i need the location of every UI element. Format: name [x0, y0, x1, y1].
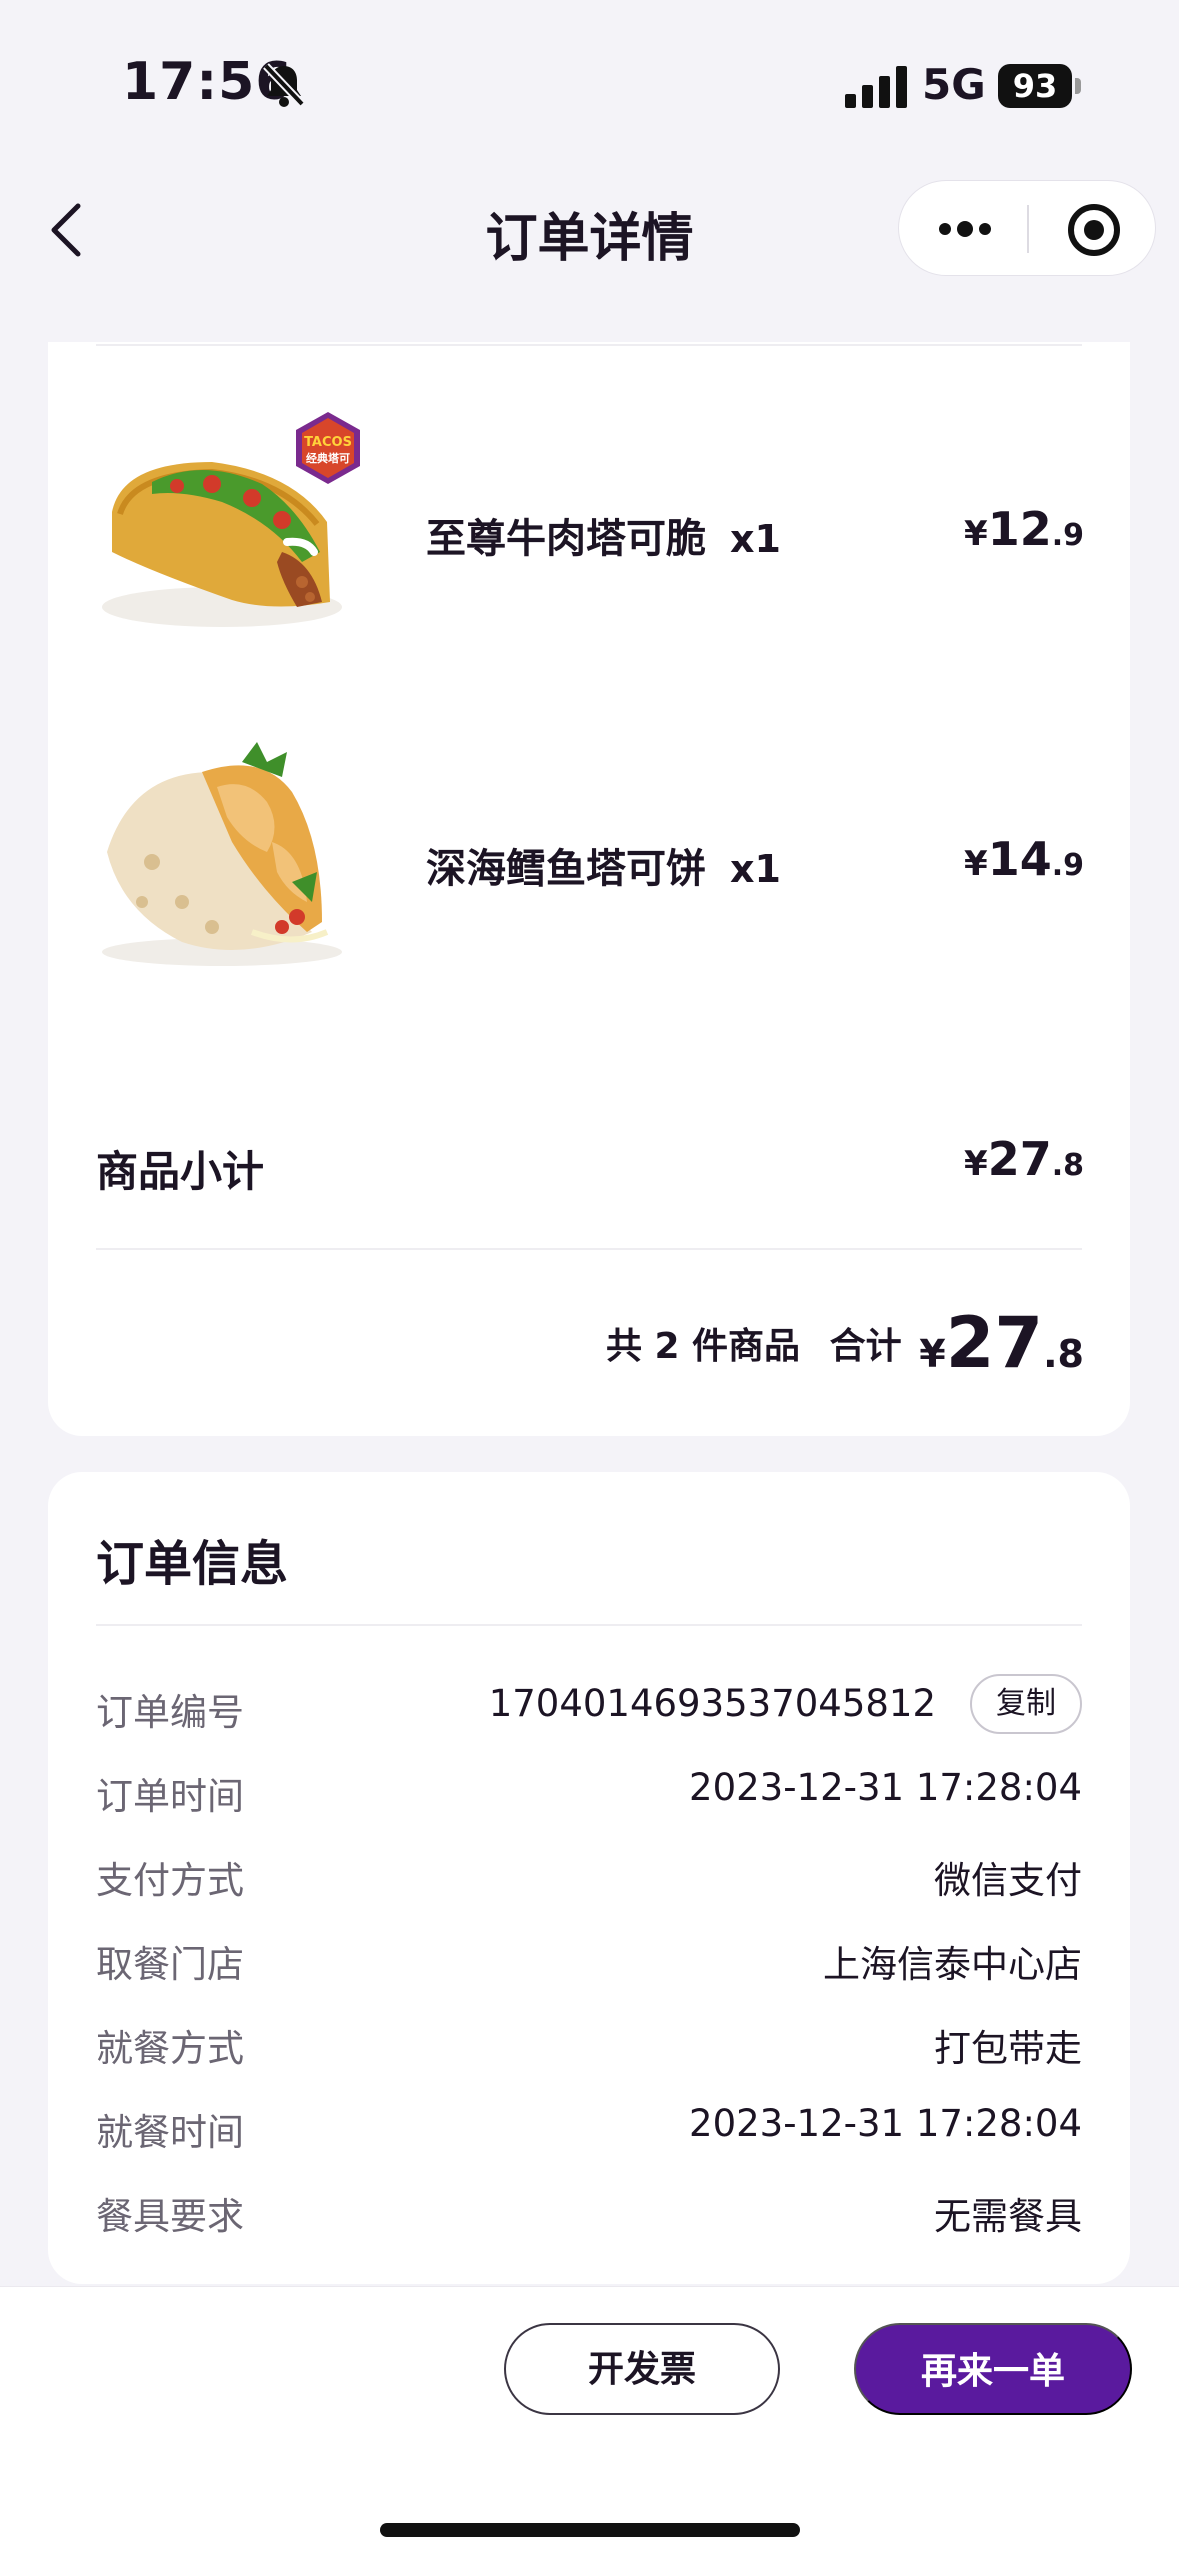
info-label: 取餐门店 — [96, 1943, 244, 1986]
divider — [96, 1624, 1082, 1626]
badge-top-text: TACOS — [304, 435, 352, 450]
subtotal-price: ¥27.8 — [964, 1132, 1084, 1186]
order-item: TACOS 经典塔可 至尊牛肉塔可脆 x1 ¥12.9 — [48, 402, 1130, 662]
info-row-dining-method: 就餐方式 打包带走 — [96, 2006, 1082, 2076]
item-price: ¥12.9 — [964, 502, 1084, 556]
item-name: 至尊牛肉塔可脆 x1 — [426, 506, 781, 564]
tacos-badge: TACOS 经典塔可 — [296, 412, 360, 484]
info-label: 订单编号 — [96, 1691, 244, 1734]
reorder-button[interactable]: 再来一单 — [854, 2323, 1132, 2415]
item-name: 深海鳕鱼塔可饼 x1 — [426, 836, 781, 894]
info-value: 2023-12-31 17:28:04 — [689, 1766, 1082, 1809]
info-value: 上海信泰中心店 — [823, 1943, 1082, 1986]
signal-icon — [845, 66, 907, 108]
currency-symbol: ¥ — [964, 844, 988, 884]
item-name-text: 深海鳕鱼塔可饼 — [426, 846, 706, 892]
info-value: 无需餐具 — [934, 2195, 1082, 2238]
info-row-order-number: 订单编号 1704014693537045812 复制 — [96, 1670, 1082, 1740]
info-label: 就餐方式 — [96, 2027, 244, 2070]
price-decimal: .8 — [1043, 1332, 1084, 1376]
home-indicator[interactable] — [380, 2523, 800, 2537]
more-icon[interactable] — [935, 209, 995, 249]
badge-bottom-text: 经典塔可 — [306, 451, 350, 465]
info-label: 订单时间 — [96, 1775, 244, 1818]
item-name-text: 至尊牛肉塔可脆 — [426, 516, 706, 562]
status-bar: 17:56 5G 93 — [0, 0, 1179, 150]
battery-icon: 93 — [998, 64, 1082, 108]
bottom-action-bar: 开发票 再来一单 — [0, 2286, 1179, 2556]
order-number-value: 1704014693537045812 — [488, 1682, 936, 1725]
info-value: 微信支付 — [934, 1859, 1082, 1902]
info-row-order-time: 订单时间 2023-12-31 17:28:04 — [96, 1754, 1082, 1824]
price-integer: 27 — [945, 1302, 1044, 1384]
info-row-dining-time: 就餐时间 2023-12-31 17:28:04 — [96, 2090, 1082, 2160]
currency-symbol: ¥ — [964, 1144, 988, 1184]
item-price: ¥14.9 — [964, 832, 1084, 886]
order-items-card: TACOS 经典塔可 至尊牛肉塔可脆 x1 ¥12.9 深海鳕鱼塔可饼 x1 ¥14… — [48, 342, 1130, 1436]
price-integer: 12 — [987, 502, 1052, 556]
info-row-pickup-store: 取餐门店 上海信泰中心店 — [96, 1922, 1082, 1992]
network-type: 5G — [922, 60, 986, 109]
price-decimal: .8 — [1051, 1148, 1084, 1183]
total-price: ¥27.8 — [919, 1302, 1084, 1384]
info-value: 2023-12-31 17:28:04 — [689, 2102, 1082, 2145]
battery-level: 93 — [998, 64, 1072, 108]
order-info-title: 订单信息 — [96, 1536, 289, 1592]
info-row-payment-method: 支付方式 微信支付 — [96, 1838, 1082, 1908]
order-item: 深海鳕鱼塔可饼 x1 ¥14.9 — [48, 732, 1130, 992]
item-count: 共 2 件商品 — [605, 1326, 801, 1367]
nav-bar: 订单详情 — [0, 160, 1179, 300]
total-label: 合计 — [829, 1326, 902, 1367]
info-label: 餐具要求 — [96, 2195, 244, 2238]
price-integer: 27 — [987, 1132, 1052, 1186]
info-value: 打包带走 — [934, 2027, 1082, 2070]
capsule-divider — [1027, 205, 1029, 253]
subtotal-label: 商品小计 — [96, 1147, 265, 1196]
mini-program-capsule — [898, 180, 1156, 276]
price-decimal: .9 — [1051, 518, 1084, 553]
invoice-button[interactable]: 开发票 — [504, 2323, 780, 2415]
info-row-cutlery: 餐具要求 无需餐具 — [96, 2174, 1082, 2244]
battery-tip — [1075, 78, 1081, 94]
order-info-card: 订单信息 订单编号 1704014693537045812 复制 订单时间 20… — [48, 1472, 1130, 2284]
crunchy-beef-taco-image: TACOS 经典塔可 — [102, 412, 360, 627]
item-quantity: x1 — [730, 517, 781, 561]
copy-button[interactable]: 复制 — [970, 1674, 1082, 1734]
price-decimal: .9 — [1051, 848, 1084, 883]
order-total: 共 2 件商品 合计 ¥27.8 — [606, 1302, 1084, 1384]
bell-muted-icon — [263, 63, 305, 107]
info-label: 就餐时间 — [96, 2111, 244, 2154]
fish-soft-taco-image — [102, 742, 342, 966]
currency-symbol: ¥ — [919, 1332, 946, 1376]
info-label: 支付方式 — [96, 1859, 244, 1902]
price-integer: 14 — [987, 832, 1052, 886]
item-quantity: x1 — [730, 847, 781, 891]
close-target-icon[interactable] — [1067, 203, 1121, 257]
divider — [96, 344, 1082, 346]
divider — [96, 1248, 1082, 1250]
currency-symbol: ¥ — [964, 514, 988, 554]
